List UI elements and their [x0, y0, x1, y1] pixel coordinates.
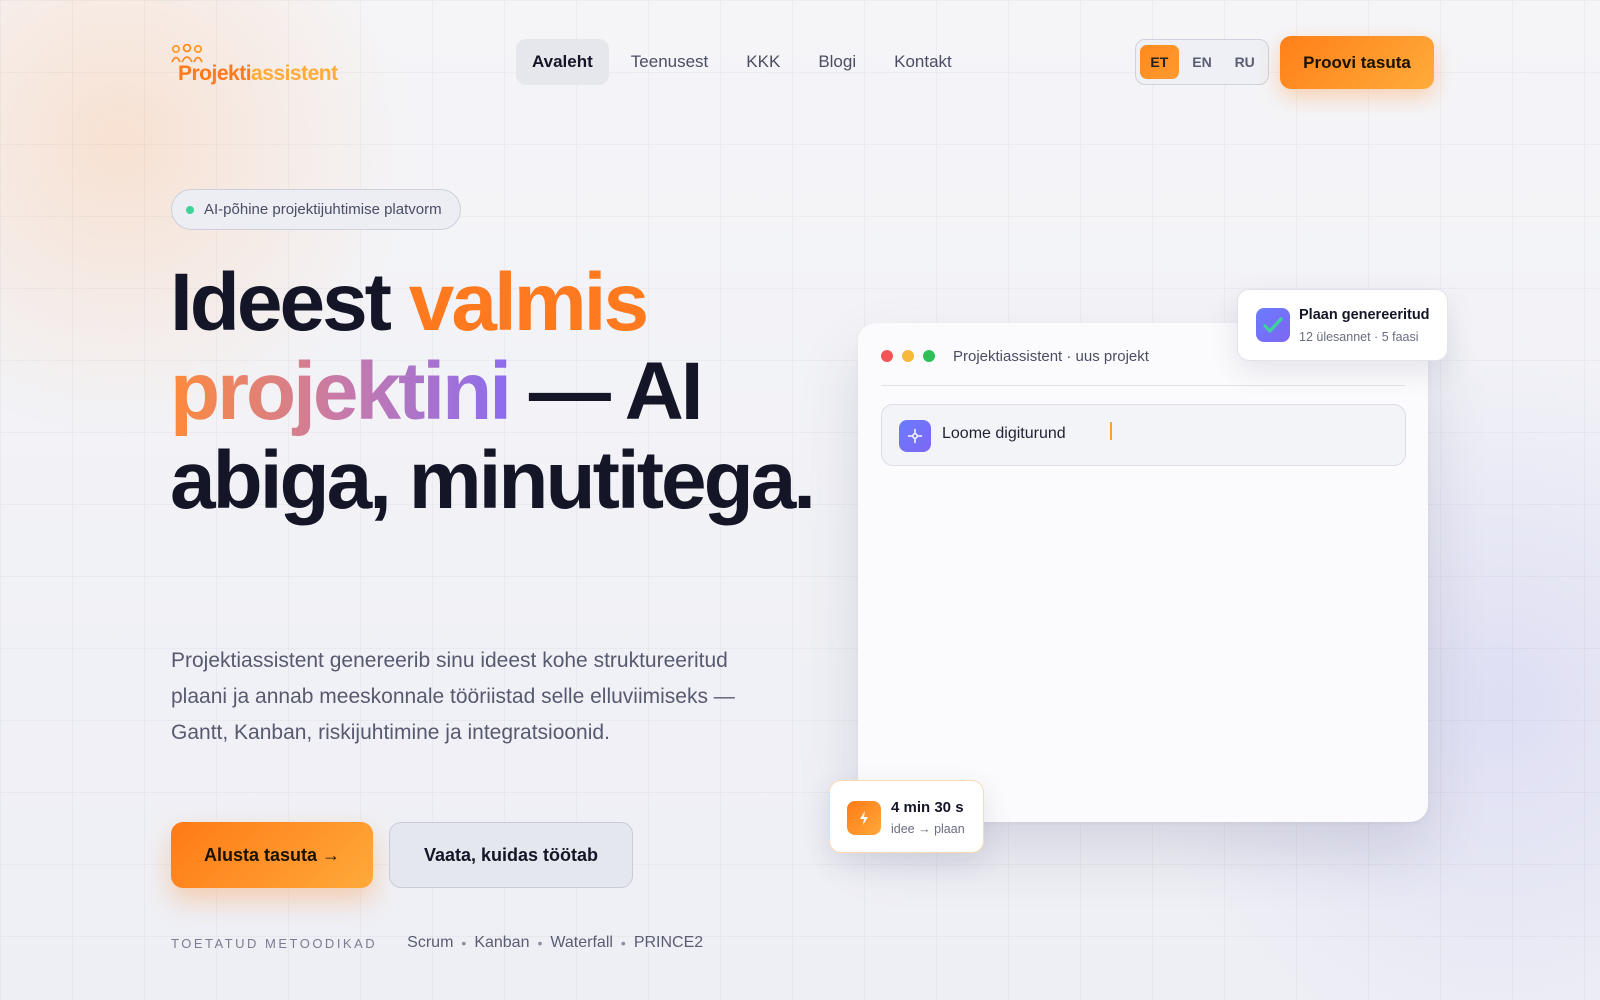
minimize-dot-icon — [902, 350, 914, 362]
main-nav: Avaleht Teenusest KKK Blogi Kontakt — [516, 39, 968, 85]
close-dot-icon — [881, 350, 893, 362]
hero-badge: AI-põhine projektijuhtimise platvorm — [171, 189, 461, 230]
window-title: Projektiassistent · uus projekt — [953, 348, 1149, 365]
lang-en-button[interactable]: EN — [1183, 45, 1222, 79]
duration-card: 4 min 30 s idee → plaan — [829, 780, 984, 853]
see-how-it-works-button[interactable]: Vaata, kuidas töötab — [389, 822, 633, 888]
language-switcher: ET EN RU — [1135, 39, 1269, 85]
toast-title: Plaan genereeritud — [1299, 307, 1430, 323]
logo-text: Projektiassistent — [178, 62, 338, 85]
app-window-preview: Projektiassistent · uus projekt Loome di… — [858, 323, 1428, 822]
text-caret — [1110, 422, 1112, 440]
lang-ru-button[interactable]: RU — [1225, 45, 1264, 79]
try-free-button[interactable]: Proovi tasuta — [1280, 36, 1434, 89]
idea-input[interactable]: Loome digiturund — [881, 404, 1406, 466]
start-free-button[interactable]: Alusta tasuta → — [171, 822, 373, 888]
hero-lead: Projektiassistent genereerib sinu ideest… — [171, 649, 735, 744]
divider — [881, 385, 1405, 386]
hero-headline: Ideest valmis projektini — AI abiga, minu… — [170, 257, 816, 526]
duration-subtitle: idee → plaan — [891, 822, 965, 836]
check-icon — [1256, 308, 1290, 342]
toast-subtitle: 12 ülesannet · 5 faasi — [1299, 330, 1419, 344]
lightning-icon — [847, 801, 881, 835]
nav-item-teenusest[interactable]: Teenusest — [615, 39, 725, 85]
duration-value: 4 min 30 s — [891, 799, 964, 816]
logo[interactable]: Projektiassistent — [170, 44, 340, 88]
method-separator: • — [537, 935, 543, 951]
window-controls — [881, 350, 935, 362]
method-item: Kanban — [474, 934, 530, 951]
nav-item-blogi[interactable]: Blogi — [802, 39, 872, 85]
supported-methods: TOETATUD METOODIKAD Scrum • Kanban • Wat… — [171, 934, 703, 952]
status-dot-icon — [186, 205, 194, 214]
lang-et-button[interactable]: ET — [1140, 45, 1179, 79]
method-item: Waterfall — [550, 934, 613, 951]
method-separator: • — [620, 935, 626, 951]
nav-item-avaleht[interactable]: Avaleht — [516, 39, 609, 85]
plan-generated-toast: Plaan genereeritud 12 ülesannet · 5 faas… — [1237, 289, 1448, 361]
method-separator: • — [461, 935, 467, 951]
method-item: Scrum — [407, 934, 454, 951]
methods-label: TOETATUD METOODIKAD — [171, 935, 378, 951]
method-item: PRINCE2 — [633, 934, 704, 951]
maximize-dot-icon — [923, 350, 935, 362]
sparkle-icon — [899, 420, 931, 452]
nav-item-kkk[interactable]: KKK — [730, 39, 796, 85]
nav-item-kontakt[interactable]: Kontakt — [878, 39, 968, 85]
idea-input-text: Loome digiturund — [942, 425, 1066, 442]
badge-label: AI-põhine projektijuhtimise platvorm — [204, 201, 442, 218]
